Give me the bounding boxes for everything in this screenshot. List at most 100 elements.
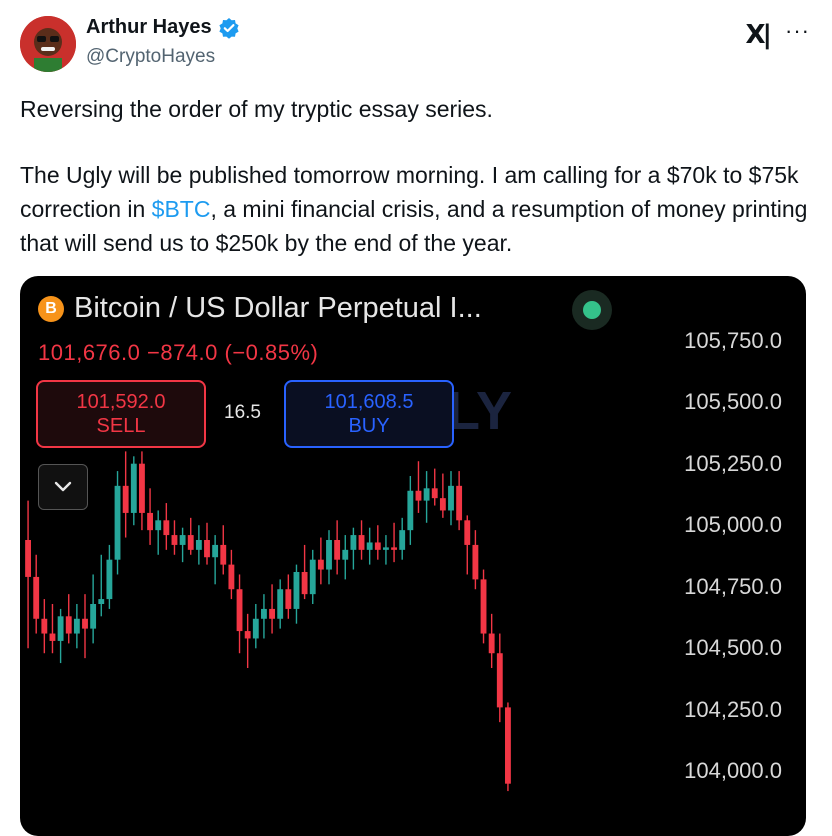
candle (415, 461, 422, 513)
candle-body (374, 542, 381, 550)
candle (41, 599, 48, 654)
candle-body (82, 618, 88, 629)
candle-body (496, 653, 503, 708)
candle-body (114, 485, 121, 560)
chevron-down-icon (54, 481, 72, 492)
avatar[interactable] (20, 16, 76, 72)
candle-body (293, 572, 300, 609)
cashtag-link[interactable]: $BTC (152, 196, 211, 222)
candle-body (488, 633, 495, 654)
candle-body (33, 576, 40, 619)
candle (122, 451, 129, 538)
candle (82, 594, 88, 659)
candle-body (326, 540, 332, 570)
buy-price: 101,608.5 (324, 391, 414, 413)
candle (204, 522, 210, 565)
candle (57, 608, 64, 664)
candle-body (236, 589, 243, 632)
candle-body (464, 520, 471, 545)
y-tick-label: 104,000.0 (684, 758, 782, 784)
candle (342, 535, 349, 580)
sell-price: 101,592.0 (76, 391, 166, 413)
candle-body (244, 631, 251, 639)
buy-button[interactable]: 101,608.5 BUY (284, 380, 454, 448)
candle-body (383, 547, 389, 550)
candle (130, 456, 137, 526)
x-logo-icon[interactable]: X| (745, 20, 771, 50)
candle (73, 604, 80, 649)
candle-body (269, 608, 275, 619)
candle-body (277, 589, 284, 619)
verified-badge-icon (218, 17, 240, 39)
candle (431, 468, 438, 506)
candle (423, 471, 430, 523)
candle (155, 510, 162, 555)
candle-body (147, 512, 153, 531)
candle-body (65, 616, 72, 634)
candle (114, 471, 121, 575)
candle-body (252, 618, 259, 639)
candle (220, 525, 227, 575)
candle (334, 520, 341, 575)
author-name[interactable]: Arthur Hayes (86, 16, 212, 39)
candle-body (399, 530, 406, 550)
candle-body (106, 559, 113, 600)
candle-body (220, 544, 227, 565)
candle-body (163, 520, 170, 536)
candle (187, 517, 194, 555)
live-dot-icon (583, 301, 601, 319)
spread-value: 16.5 (224, 402, 261, 423)
candle-body (366, 542, 373, 550)
candle (496, 633, 503, 723)
candle-body (139, 463, 145, 513)
candle-body (407, 490, 414, 531)
candle-body (130, 463, 137, 513)
candle (195, 525, 202, 565)
bitcoin-icon: B (38, 295, 64, 322)
candle-body (204, 540, 210, 558)
author-name-row: Arthur Hayes (86, 16, 240, 39)
author-handle[interactable]: @CryptoHayes (86, 46, 215, 68)
y-tick-label: 105,500.0 (684, 389, 782, 415)
candle (301, 544, 308, 600)
market-status-indicator (572, 290, 612, 330)
y-tick-label: 104,250.0 (684, 696, 782, 722)
candle (456, 471, 463, 531)
candle-body (456, 485, 463, 521)
price-axis: 105,750.0 105,500.0 105,250.0 105,000.0 104,… (632, 276, 782, 836)
candle-body (415, 490, 422, 501)
chart-image[interactable]: ODAILY B Bitcoin / US Dollar Perpetual I… (20, 276, 806, 836)
tweet-paragraph-2: The Ugly will be published tomorrow morn… (20, 158, 810, 260)
candle (252, 604, 259, 649)
candle (163, 503, 170, 550)
candle-body (342, 549, 349, 560)
candle (261, 594, 267, 639)
candle (33, 554, 40, 634)
more-options-icon[interactable]: ··· (785, 18, 810, 44)
collapse-button[interactable] (38, 464, 88, 510)
candle (285, 574, 292, 619)
candle-body (309, 559, 316, 595)
candle-body (448, 485, 454, 511)
tweet-line-1: Reversing the order of my tryptic essay … (20, 96, 493, 122)
candle (439, 473, 446, 518)
candle-body (350, 535, 357, 550)
candle (171, 520, 178, 555)
candle (505, 702, 511, 792)
y-tick-label: 105,000.0 (684, 512, 782, 538)
candle (65, 594, 72, 644)
candle (228, 549, 235, 600)
y-tick-label: 104,500.0 (684, 635, 782, 661)
candle (480, 569, 487, 644)
candle (309, 549, 316, 604)
candle-body (57, 616, 64, 641)
candle-body (90, 604, 97, 629)
candle (399, 517, 406, 560)
candle-body (155, 520, 162, 531)
sell-button[interactable]: 101,592.0 SELL (36, 380, 206, 448)
candle (326, 530, 332, 585)
candle (98, 554, 105, 617)
chart-header: B Bitcoin / US Dollar Perpetual I... (38, 292, 482, 325)
candle-body (49, 633, 56, 641)
candle (106, 544, 113, 609)
